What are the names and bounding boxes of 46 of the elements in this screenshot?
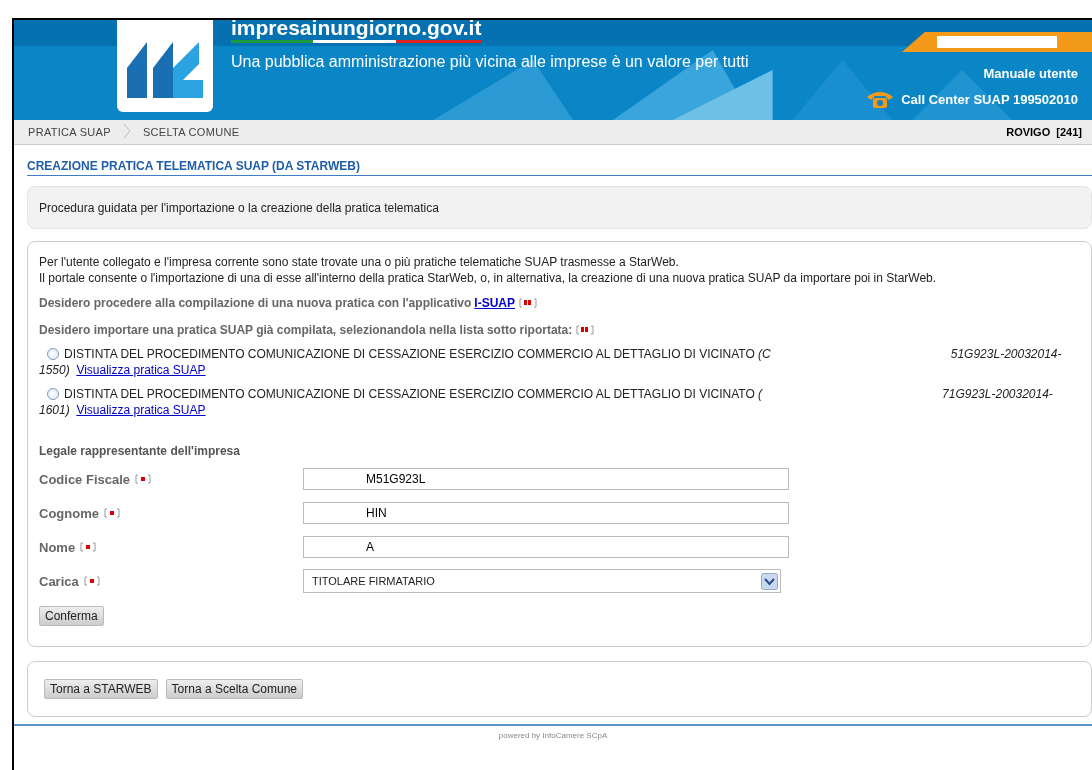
location-label: ROVIGO [241] (1006, 126, 1082, 138)
practice-code: (C (758, 347, 771, 361)
dropdown[interactable]: TITOLARE FIRMATARIO (303, 569, 781, 593)
intro-text: Procedura guidata per l'importazione o la creazione della pratica telematica (39, 200, 440, 216)
view-practice-link[interactable]: Visualizza pratica SUAP (76, 403, 206, 417)
practice-code: ( (758, 387, 763, 401)
radio-button[interactable] (47, 388, 59, 400)
back-button[interactable]: Torna a STARWEB (44, 679, 158, 699)
confirm-button[interactable]: Conferma (39, 606, 104, 626)
call-center-link[interactable]: Call Center SUAP 199502010 (865, 89, 1078, 109)
page-title: CREAZIONE PRATICA TELEMATICA SUAP (DA STARWEB) (27, 159, 361, 175)
manual-link[interactable]: Manuale utente (983, 66, 1078, 81)
field-label: Nome (39, 539, 76, 555)
chevron-icon (122, 122, 131, 139)
view-practice-link[interactable]: Visualizza pratica SUAP (76, 363, 206, 377)
field-label: Cognome (39, 505, 99, 521)
breadcrumb-item[interactable]: SCELTA COMUNE (142, 126, 240, 138)
text-field[interactable]: HIN (303, 502, 789, 524)
practice-code: 1550) (39, 363, 70, 377)
practice-code: 71G923L-20032014- (942, 387, 1053, 401)
practice-title: DISTINTA DEL PROCEDIMENTO COMUNICAZIONE DI CESSAZIONE ESERCIZIO COMMERCIO AL DETTAGLIO DI VICINATO (64, 347, 755, 361)
back-button[interactable]: Torna a Scelta Comune (165, 679, 303, 699)
import-practice-label: Desidero importare una pratica SUAP già compilata, selezionandola nella lista sotto riportata: (39, 322, 573, 338)
i-suap-link[interactable]: I-SUAP (474, 295, 515, 311)
site-title: impresainungiorno.gov.it (231, 20, 482, 43)
required-icon (80, 542, 97, 552)
text-field[interactable]: A (303, 536, 789, 558)
required-icon (519, 298, 537, 308)
breadcrumb-item[interactable]: PRATICA SUAP (28, 126, 111, 138)
new-practice-label: Desidero procedere alla compilazione di una nuova pratica con l'applicativo (39, 295, 472, 311)
radio-button[interactable] (47, 348, 59, 360)
site-tagline: Una pubblica amministrazione più vicina alle imprese è un valore per tutti (231, 52, 750, 72)
field-label: Codice Fiscale (39, 471, 131, 487)
practice-code: 1601) (39, 403, 70, 417)
info-text: Per l'utente collegato e l'impresa corrente sono state trovate una o più pratiche telematiche SUAP trasmesse a StarWeb. (39, 254, 680, 270)
footer-text: powered by InfoCamere SCpA (498, 731, 608, 740)
required-icon (103, 508, 120, 518)
required-icon (83, 576, 100, 586)
practice-code: 51G923L-20032014- (950, 347, 1062, 361)
field-label: Carica (39, 573, 79, 589)
info-text: Il portale consente o l'importazione di una di esse all'interno della pratica StarWeb, o, in alternativa, la creazione di una nuova pratica SUAP da importare poi in StarWeb. (39, 270, 938, 286)
practice-title: DISTINTA DEL PROCEDIMENTO COMUNICAZIONE DI CESSAZIONE ESERCIZIO COMMERCIO AL DETTAGLIO DI VICINATO (64, 387, 755, 401)
form-heading: Legale rappresentante dell'impresa (39, 444, 241, 458)
required-icon (576, 325, 595, 335)
text-field[interactable]: M51G923L (303, 468, 789, 490)
required-icon (135, 474, 152, 484)
